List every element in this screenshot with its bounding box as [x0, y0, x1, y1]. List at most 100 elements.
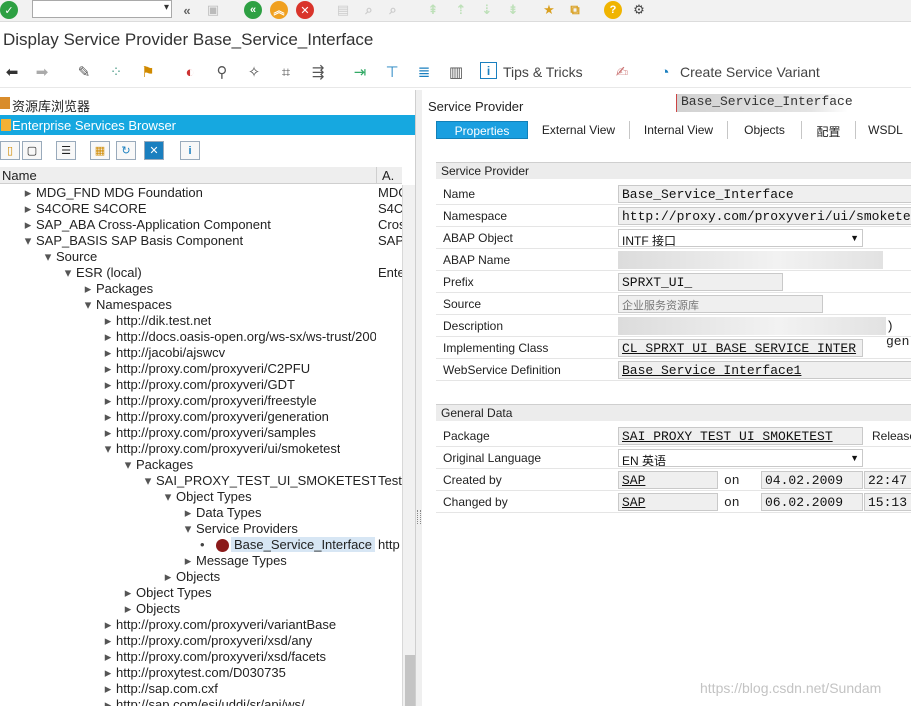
tree-row[interactable]: ▾ Object Types [0, 489, 402, 505]
expand-arrow-icon[interactable]: ▸ [102, 313, 114, 329]
expand-arrow-icon[interactable]: ▸ [102, 345, 114, 361]
collapse-arrow-icon[interactable]: ▾ [62, 265, 74, 281]
expand-arrow-icon[interactable]: ▸ [102, 697, 114, 706]
tab-objects[interactable]: Objects [728, 121, 802, 139]
tree-row[interactable]: ▾ Source [0, 249, 402, 265]
tree-row[interactable]: ▾ Service Providers [0, 521, 402, 537]
create-service-variant-button[interactable]: Create Service Variant [680, 64, 820, 80]
source-field[interactable]: 企业服务资源库 [618, 295, 823, 313]
created-time-field[interactable]: 22:47 [864, 471, 911, 489]
repository-browser-header[interactable]: 资源库浏览器 [0, 94, 415, 114]
column-divider[interactable] [376, 167, 377, 184]
tree-row[interactable]: ▸ S4CORE S4CORE S4C [0, 201, 402, 217]
tool-icon[interactable]: ⌗ [276, 62, 296, 82]
close-icon[interactable]: ✕ [144, 141, 164, 160]
collapse-arrow-icon[interactable]: ▾ [42, 249, 54, 265]
expand-arrow-icon[interactable]: ▸ [22, 185, 34, 201]
expand-double-left-icon[interactable]: « [178, 1, 196, 19]
tree-row-label[interactable]: http://proxy.com/proxyveri/freestyle [116, 393, 317, 408]
tree-row[interactable]: ▸ http://sap.com/esi/uddi/sr/api/ws/ [0, 697, 402, 706]
collapse-arrow-icon[interactable]: ▾ [182, 521, 194, 537]
expand-arrow-icon[interactable]: ▸ [102, 617, 114, 633]
expand-arrow-icon[interactable]: ▸ [102, 409, 114, 425]
edit-note-icon[interactable]: ✍ [612, 62, 632, 82]
gear-icon[interactable]: ⚙ [630, 1, 648, 19]
changed-date-field[interactable]: 06.02.2009 [761, 493, 863, 511]
collapse-arrow-icon[interactable]: ▾ [102, 441, 114, 457]
exit-icon[interactable]: ︽ [270, 1, 288, 19]
where-used-icon[interactable]: ⚲ [212, 62, 232, 82]
chevron-down-icon[interactable]: ▾ [164, 2, 169, 13]
tree-row[interactable]: ▸ http://dik.test.net [0, 313, 402, 329]
expand-arrow-icon[interactable]: ▸ [122, 585, 134, 601]
refresh-icon[interactable]: ↻ [116, 141, 136, 160]
tab-external-view[interactable]: External View [528, 121, 630, 139]
created-by-link[interactable]: SAP [618, 471, 718, 489]
tree-row[interactable]: ▸ http://proxy.com/proxyveri/variantBase [0, 617, 402, 633]
collapse-icon[interactable]: ▦ [90, 141, 110, 160]
info-icon[interactable]: i [180, 141, 200, 160]
new-document-icon[interactable]: ▢ [22, 141, 42, 160]
expand-arrow-icon[interactable]: ▸ [102, 361, 114, 377]
tree-row[interactable]: ▸ http://proxytest.com/D030735 [0, 665, 402, 681]
navigation-icon[interactable]: ⇥ [350, 62, 370, 82]
tree-row[interactable]: ▸ http://jacobi/ajswcv [0, 345, 402, 361]
cancel-icon[interactable]: ✕ [296, 1, 314, 19]
prefix-field[interactable]: SPRXT_UI_ [618, 273, 783, 291]
tree-row[interactable]: ▸ Objects [0, 569, 402, 585]
expand-arrow-icon[interactable]: ▸ [102, 377, 114, 393]
back-icon[interactable]: « [244, 1, 262, 19]
tree-row-label[interactable]: SAP_BASIS SAP Basis Component [36, 233, 243, 248]
tree-row-label[interactable]: Namespaces [96, 297, 172, 312]
expand-arrow-icon[interactable]: ▸ [22, 217, 34, 233]
tab-properties[interactable]: Properties [436, 121, 528, 139]
tree-row-label[interactable]: http://proxy.com/proxyveri/C2PFU [116, 361, 310, 376]
tree-row[interactable]: ▸ http://proxy.com/proxyveri/freestyle [0, 393, 402, 409]
original-language-select[interactable]: EN 英语 ▼ [618, 449, 863, 467]
abap-object-select[interactable]: INTF 接口 ▼ [618, 229, 863, 247]
tree-row[interactable]: ▸ http://proxy.com/proxyveri/samples [0, 425, 402, 441]
tree-row[interactable]: ▸ http://proxy.com/proxyveri/xsd/facets [0, 649, 402, 665]
collapse-arrow-icon[interactable]: ▾ [122, 457, 134, 473]
tree-row-label[interactable]: http://proxy.com/proxyveri/samples [116, 425, 316, 440]
expand-arrow-icon[interactable]: ▸ [122, 601, 134, 617]
tree-row[interactable]: • Base_Service_Interface http [0, 537, 402, 553]
tree-row-label[interactable]: http://jacobi/ajswcv [116, 345, 225, 360]
tree-row-label[interactable]: http://proxy.com/proxyveri/ui/smoketest [116, 441, 340, 456]
tab-wsdl[interactable]: WSDL [856, 121, 911, 139]
collapse-arrow-icon[interactable]: ▾ [162, 489, 174, 505]
tree-row-label[interactable]: Object Types [136, 585, 212, 600]
tree-row[interactable]: ▸ Object Types [0, 585, 402, 601]
layout-icon[interactable]: ▥ [446, 62, 466, 82]
tree-row[interactable]: ▸ http://proxy.com/proxyveri/C2PFU [0, 361, 402, 377]
chevron-down-icon[interactable]: ▼ [850, 453, 859, 463]
expand-arrow-icon[interactable]: ▸ [182, 505, 194, 521]
command-field[interactable]: ▾ [32, 0, 172, 18]
print-icon[interactable]: ▤ [334, 1, 352, 19]
tree-row[interactable]: ▾ESR (local) Ente [0, 265, 402, 281]
activate-icon[interactable]: ⚑ [138, 62, 158, 82]
tab-internal-view[interactable]: Internal View [630, 121, 728, 139]
first-page-icon[interactable]: ⇞ [424, 1, 442, 19]
tree-row[interactable]: ▸ http://sap.com.cxf [0, 681, 402, 697]
tree-row-label[interactable]: ESR (local) [76, 265, 142, 280]
tree-row-label[interactable]: SAI_PROXY_TEST_UI_SMOKETEST [156, 473, 376, 488]
changed-by-link[interactable]: SAP [618, 493, 718, 511]
expand-arrow-icon[interactable]: ▸ [102, 681, 114, 697]
tree-row-label[interactable]: Objects [136, 601, 180, 616]
expand-arrow-icon[interactable]: ▸ [82, 281, 94, 297]
tree-row-label[interactable]: http://sap.com/esi/uddi/sr/api/ws/ [116, 697, 305, 706]
hierarchy-icon[interactable]: ⇶ [308, 62, 328, 82]
expand-arrow-icon[interactable]: ▸ [102, 665, 114, 681]
tips-and-tricks-button[interactable]: Tips & Tricks [503, 64, 583, 80]
tree-row-label[interactable]: Packages [96, 281, 153, 296]
shortcut-icon[interactable]: ⧉ [566, 1, 584, 19]
collapse-arrow-icon[interactable]: ▾ [22, 233, 34, 249]
last-page-icon[interactable]: ⇟ [504, 1, 522, 19]
name-field[interactable]: Base_Service_Interface [618, 185, 911, 203]
expand-arrow-icon[interactable]: ▸ [162, 569, 174, 585]
list-icon[interactable]: ☰ [56, 141, 76, 160]
find-next-icon[interactable]: ⌕ [384, 1, 402, 19]
expand-arrow-icon[interactable]: ▸ [102, 633, 114, 649]
vertical-scrollbar[interactable] [402, 185, 415, 706]
